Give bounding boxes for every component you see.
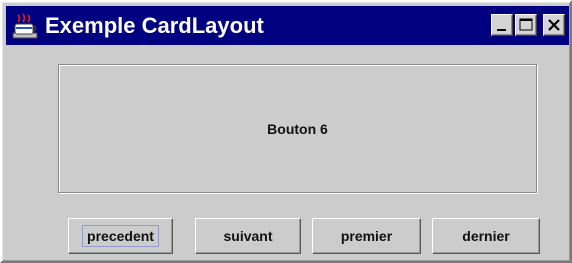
window-title: Exemple CardLayout <box>45 13 264 38</box>
next-button-label: suivant <box>223 228 273 244</box>
minimize-button[interactable] <box>491 14 513 36</box>
previous-button-label: precedent <box>82 225 159 247</box>
previous-button[interactable]: precedent <box>68 218 173 254</box>
close-icon <box>548 19 560 31</box>
last-button[interactable]: dernier <box>432 218 540 254</box>
first-button[interactable]: premier <box>312 218 421 254</box>
first-button-label: premier <box>340 228 393 244</box>
card-panel[interactable]: Bouton 6 <box>58 64 537 193</box>
close-button[interactable] <box>543 14 565 36</box>
next-button[interactable]: suivant <box>195 218 301 254</box>
card-button-label: Bouton 6 <box>267 120 328 137</box>
title-bar[interactable]: Exemple CardLayout <box>6 6 569 45</box>
maximize-icon <box>519 18 533 31</box>
maximize-button[interactable] <box>515 14 537 36</box>
last-button-label: dernier <box>462 228 510 244</box>
app-window: Exemple CardLayout Bouton 6 precedent su… <box>0 0 572 263</box>
java-app-icon[interactable] <box>10 11 40 41</box>
minimize-icon <box>497 29 506 31</box>
